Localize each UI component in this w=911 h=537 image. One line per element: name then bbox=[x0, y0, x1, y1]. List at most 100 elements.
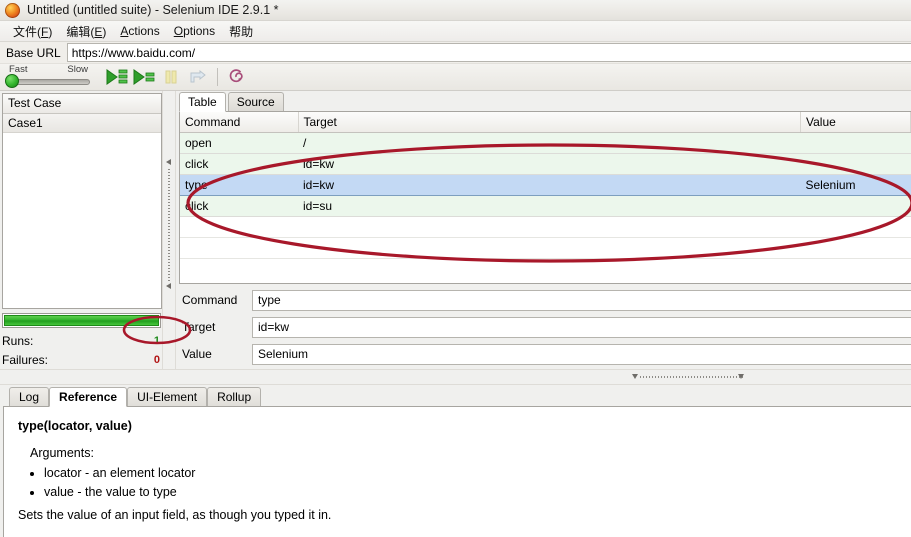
menu-bar: 文件(F) 编辑(E) Actions Options 帮助 bbox=[0, 21, 911, 42]
table-row[interactable]: click id=kw bbox=[180, 153, 911, 175]
base-url-input[interactable] bbox=[66, 43, 911, 62]
splitter-collapse-left-icon[interactable] bbox=[166, 159, 171, 165]
menu-help[interactable]: 帮助 bbox=[222, 22, 260, 41]
pause-icon bbox=[165, 70, 177, 84]
runs-label: Runs: bbox=[2, 333, 34, 348]
failures-row: Failures: 0 bbox=[2, 350, 162, 369]
cell-target[interactable] bbox=[298, 237, 801, 259]
tab-reference[interactable]: Reference bbox=[49, 387, 128, 407]
menu-edit[interactable]: 编辑(E) bbox=[59, 22, 113, 41]
cell-target[interactable]: id=su bbox=[298, 195, 801, 217]
table-row[interactable] bbox=[180, 216, 911, 238]
toolbar: Fast Slow bbox=[0, 64, 911, 91]
firefox-icon bbox=[5, 2, 20, 18]
tab-log[interactable]: Log bbox=[9, 387, 50, 406]
reference-signature: type(locator, value) bbox=[18, 419, 132, 433]
list-item: value - the value to type bbox=[44, 483, 899, 501]
value-input[interactable] bbox=[252, 343, 911, 365]
window-title: Untitled (untitled suite) - Selenium IDE… bbox=[27, 3, 279, 17]
menu-options[interactable]: Options bbox=[167, 23, 222, 39]
test-case-panel: Test Case Case1 Runs: 1 Failures: 0 bbox=[0, 91, 162, 369]
record-button[interactable] bbox=[223, 66, 249, 88]
command-grid-header-row: Command Target Value bbox=[180, 112, 911, 133]
speed-slider[interactable]: Fast Slow bbox=[4, 64, 94, 90]
cell-value[interactable] bbox=[800, 216, 911, 238]
editor-tabstrip: Table Source bbox=[176, 91, 911, 112]
cell-target[interactable]: id=kw bbox=[298, 174, 801, 196]
pause-resume-button[interactable] bbox=[158, 66, 184, 88]
run-progress-bar bbox=[2, 313, 161, 328]
reference-arguments-label: Arguments: bbox=[30, 446, 94, 461]
cell-command[interactable] bbox=[180, 237, 298, 259]
cell-value[interactable] bbox=[800, 237, 911, 259]
selenium-ide-window: Untitled (untitled suite) - Selenium IDE… bbox=[0, 0, 911, 537]
runs-value: 1 bbox=[153, 334, 160, 347]
speed-slider-thumb[interactable] bbox=[5, 74, 19, 88]
command-grid-container: Command Target Value open / click id=kw … bbox=[179, 111, 911, 284]
cell-value[interactable] bbox=[800, 153, 911, 175]
splitter-collapse-right-icon[interactable] bbox=[166, 283, 171, 289]
base-url-label: Base URL bbox=[6, 45, 61, 60]
cell-target[interactable]: / bbox=[298, 132, 801, 154]
runs-row: Runs: 1 bbox=[2, 331, 162, 350]
step-icon bbox=[190, 69, 206, 83]
menu-file[interactable]: 文件(F) bbox=[6, 22, 59, 41]
command-editor-form: Command Target Value bbox=[176, 284, 911, 369]
menu-actions[interactable]: Actions bbox=[113, 23, 166, 39]
cell-value[interactable] bbox=[800, 132, 911, 154]
cell-value[interactable] bbox=[800, 195, 911, 217]
cell-command[interactable]: click bbox=[180, 153, 298, 175]
cell-target[interactable]: id=kw bbox=[298, 153, 801, 175]
test-case-item-case1[interactable]: Case1 bbox=[3, 114, 161, 133]
command-input[interactable] bbox=[252, 289, 911, 311]
tab-rollup[interactable]: Rollup bbox=[207, 387, 262, 406]
column-header-value[interactable]: Value bbox=[800, 112, 911, 133]
splitter-collapse-up-icon[interactable] bbox=[632, 374, 638, 379]
command-grid[interactable]: Command Target Value open / click id=kw … bbox=[180, 112, 911, 259]
table-row[interactable] bbox=[180, 237, 911, 259]
table-row-selected[interactable]: type id=kw Selenium bbox=[180, 174, 911, 196]
play-suite-icon bbox=[106, 69, 128, 85]
bottom-panel: Log Reference UI-Element Rollup type(loc… bbox=[0, 385, 911, 537]
bottom-tabstrip: Log Reference UI-Element Rollup bbox=[3, 385, 911, 407]
play-current-test-button[interactable] bbox=[131, 66, 157, 88]
value-field-label: Value bbox=[182, 347, 212, 361]
hsplitter-grip-icon bbox=[640, 376, 745, 378]
editor-panel: Table Source Command Target Value open /… bbox=[176, 91, 911, 369]
run-progress-fill bbox=[4, 315, 159, 326]
cell-command[interactable] bbox=[180, 216, 298, 238]
cell-command[interactable]: type bbox=[180, 174, 298, 196]
play-entire-suite-button[interactable] bbox=[104, 66, 130, 88]
cell-command[interactable]: open bbox=[180, 132, 298, 154]
step-button[interactable] bbox=[185, 66, 211, 88]
main-split-area: Test Case Case1 Runs: 1 Failures: 0 Tabl… bbox=[0, 91, 911, 369]
horizontal-splitter[interactable] bbox=[0, 369, 911, 385]
cell-value[interactable]: Selenium bbox=[800, 174, 911, 196]
tab-ui-element[interactable]: UI-Element bbox=[127, 387, 208, 406]
cell-command[interactable]: click bbox=[180, 195, 298, 217]
title-bar: Untitled (untitled suite) - Selenium IDE… bbox=[0, 0, 911, 21]
speed-slow-label: Slow bbox=[67, 64, 88, 75]
speed-slider-track bbox=[8, 79, 90, 85]
vertical-splitter[interactable] bbox=[162, 91, 176, 369]
test-case-list-header: Test Case bbox=[3, 94, 161, 114]
play-test-icon bbox=[133, 69, 155, 85]
table-row[interactable]: open / bbox=[180, 132, 911, 154]
table-row[interactable]: click id=su bbox=[180, 195, 911, 217]
column-header-target[interactable]: Target bbox=[298, 112, 801, 133]
splitter-collapse-down-icon[interactable] bbox=[738, 374, 744, 379]
toolbar-separator bbox=[217, 68, 218, 86]
form-row-target: Target bbox=[179, 315, 911, 339]
column-header-command[interactable]: Command bbox=[180, 112, 299, 133]
tab-table[interactable]: Table bbox=[179, 92, 226, 112]
splitter-grip-icon bbox=[168, 169, 170, 281]
tab-source[interactable]: Source bbox=[227, 92, 284, 111]
list-item: locator - an element locator bbox=[44, 464, 899, 482]
cell-target[interactable] bbox=[298, 216, 801, 238]
target-field-label: Target bbox=[182, 320, 216, 334]
target-input[interactable] bbox=[252, 316, 911, 338]
failures-label: Failures: bbox=[2, 352, 49, 367]
failures-value: 0 bbox=[153, 353, 160, 366]
record-icon bbox=[229, 69, 243, 83]
test-case-list[interactable]: Test Case Case1 bbox=[2, 93, 162, 309]
